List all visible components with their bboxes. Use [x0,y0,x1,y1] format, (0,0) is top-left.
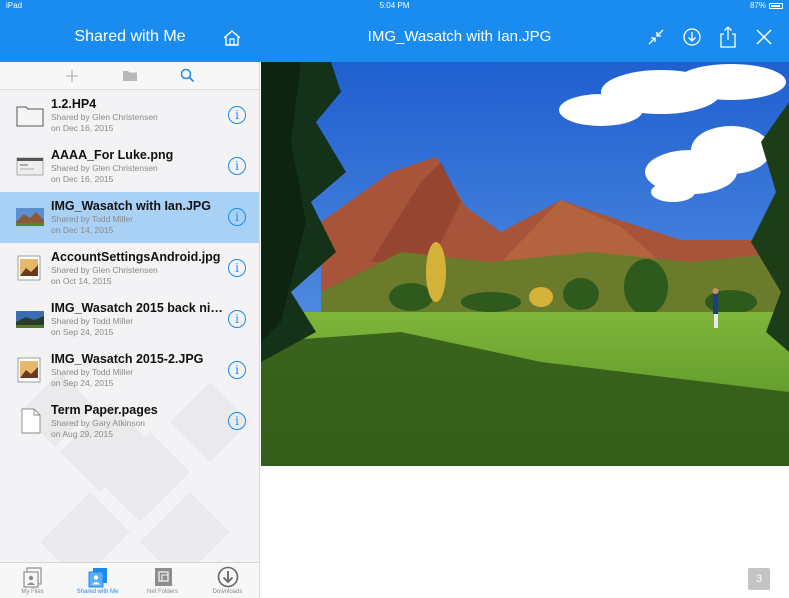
download-icon[interactable] [681,26,703,48]
info-icon[interactable]: i [228,412,246,430]
file-row[interactable]: IMG_Wasatch 2015 back nine.... Shared by… [0,294,259,345]
tab-net-folders[interactable]: Net Folders [130,563,195,598]
tab-bar: My Files Shared with Me Net Folders Down… [0,562,259,598]
downloads-icon [217,566,238,588]
info-icon[interactable]: i [228,310,246,328]
my-files-icon [22,567,42,588]
search-icon[interactable] [179,67,197,85]
tab-label: Downloads [212,589,243,595]
file-name: IMG_Wasatch with Ian.JPG [51,199,211,213]
info-icon[interactable]: i [228,361,246,379]
info-icon[interactable]: i [228,259,246,277]
tab-downloads[interactable]: Downloads [195,563,259,598]
file-name: 1.2.HP4 [51,97,97,111]
preview-photo [261,62,789,466]
tab-label: Shared with Me [76,589,119,595]
file-shared-by: Shared by Todd Miller [51,367,134,377]
file-date: on Sep 24, 2015 [51,327,114,337]
file-name: Term Paper.pages [51,403,158,417]
image-preview[interactable] [261,62,789,466]
tab-my-files[interactable]: My Files [0,563,65,598]
add-icon[interactable] [63,67,81,85]
share-icon[interactable] [717,26,739,48]
file-row[interactable]: IMG_Wasatch 2015-2.JPG Shared by Todd Mi… [0,345,259,396]
clock: 5:04 PM [379,1,410,10]
file-date: on Aug 29, 2015 [51,429,113,439]
file-shared-by: Shared by Todd Miller [51,316,134,326]
sidebar-toolbar [0,62,259,90]
file-date: on Dec 14, 2015 [51,225,114,235]
file-name: AAAA_For Luke.png [51,148,174,162]
picture-icon [17,357,41,383]
file-date: on Dec 16, 2015 [51,174,114,184]
file-shared-by: Shared by Todd Miller [51,214,134,224]
file-date: on Oct 14, 2015 [51,276,112,286]
status-bar: iPad 5:04 PM 87% [0,0,789,12]
file-row[interactable]: 1.2.HP4 Shared by Glen Christensen on De… [0,90,259,141]
sidebar: 1.2.HP4 Shared by Glen Christensen on De… [0,62,260,598]
file-row[interactable]: Term Paper.pages Shared by Gary Atkinson… [0,396,259,447]
collapse-icon[interactable] [645,26,667,48]
net-folders-icon [154,568,172,586]
close-icon[interactable] [753,26,775,48]
file-name: AccountSettingsAndroid.jpg [51,250,221,264]
home-icon[interactable] [222,29,242,47]
info-icon[interactable]: i [228,106,246,124]
page-number-badge[interactable]: 3 [748,568,770,590]
file-date: on Sep 24, 2015 [51,378,114,388]
new-folder-icon[interactable] [121,67,139,85]
file-row[interactable]: AAAA_For Luke.png Shared by Glen Christe… [0,141,259,192]
file-name: IMG_Wasatch 2015 back nine.... [51,301,225,315]
picture-icon [17,255,41,281]
file-name: IMG_Wasatch 2015-2.JPG [51,352,204,366]
file-shared-by: Shared by Gary Atkinson [51,418,146,428]
tab-label: Net Folders [146,589,178,595]
file-row[interactable]: AccountSettingsAndroid.jpg Shared by Gle… [0,243,259,294]
shared-icon [88,568,107,588]
info-icon[interactable]: i [228,157,246,175]
photo-icon [16,208,44,226]
tab-shared-with-me[interactable]: Shared with Me [65,563,130,598]
nav-bar: Shared with Me IMG_Wasatch with Ian.JPG [0,12,789,62]
tab-label: My Files [21,589,44,595]
info-icon[interactable]: i [228,208,246,226]
file-row-selected[interactable]: IMG_Wasatch with Ian.JPG Shared by Todd … [0,192,259,243]
folder-icon [16,106,44,127]
sidebar-title: Shared with Me [74,28,186,45]
file-date: on Dec 16, 2015 [51,123,114,133]
file-shared-by: Shared by Glen Christensen [51,265,158,275]
battery-level: 87% [749,1,766,10]
document-icon [21,408,41,434]
file-list: 1.2.HP4 Shared by Glen Christensen on De… [0,90,259,447]
image-doc-icon [16,157,44,176]
battery-icon [769,3,783,9]
photo-icon [16,311,44,328]
file-shared-by: Shared by Glen Christensen [51,163,158,173]
file-shared-by: Shared by Glen Christensen [51,112,158,122]
